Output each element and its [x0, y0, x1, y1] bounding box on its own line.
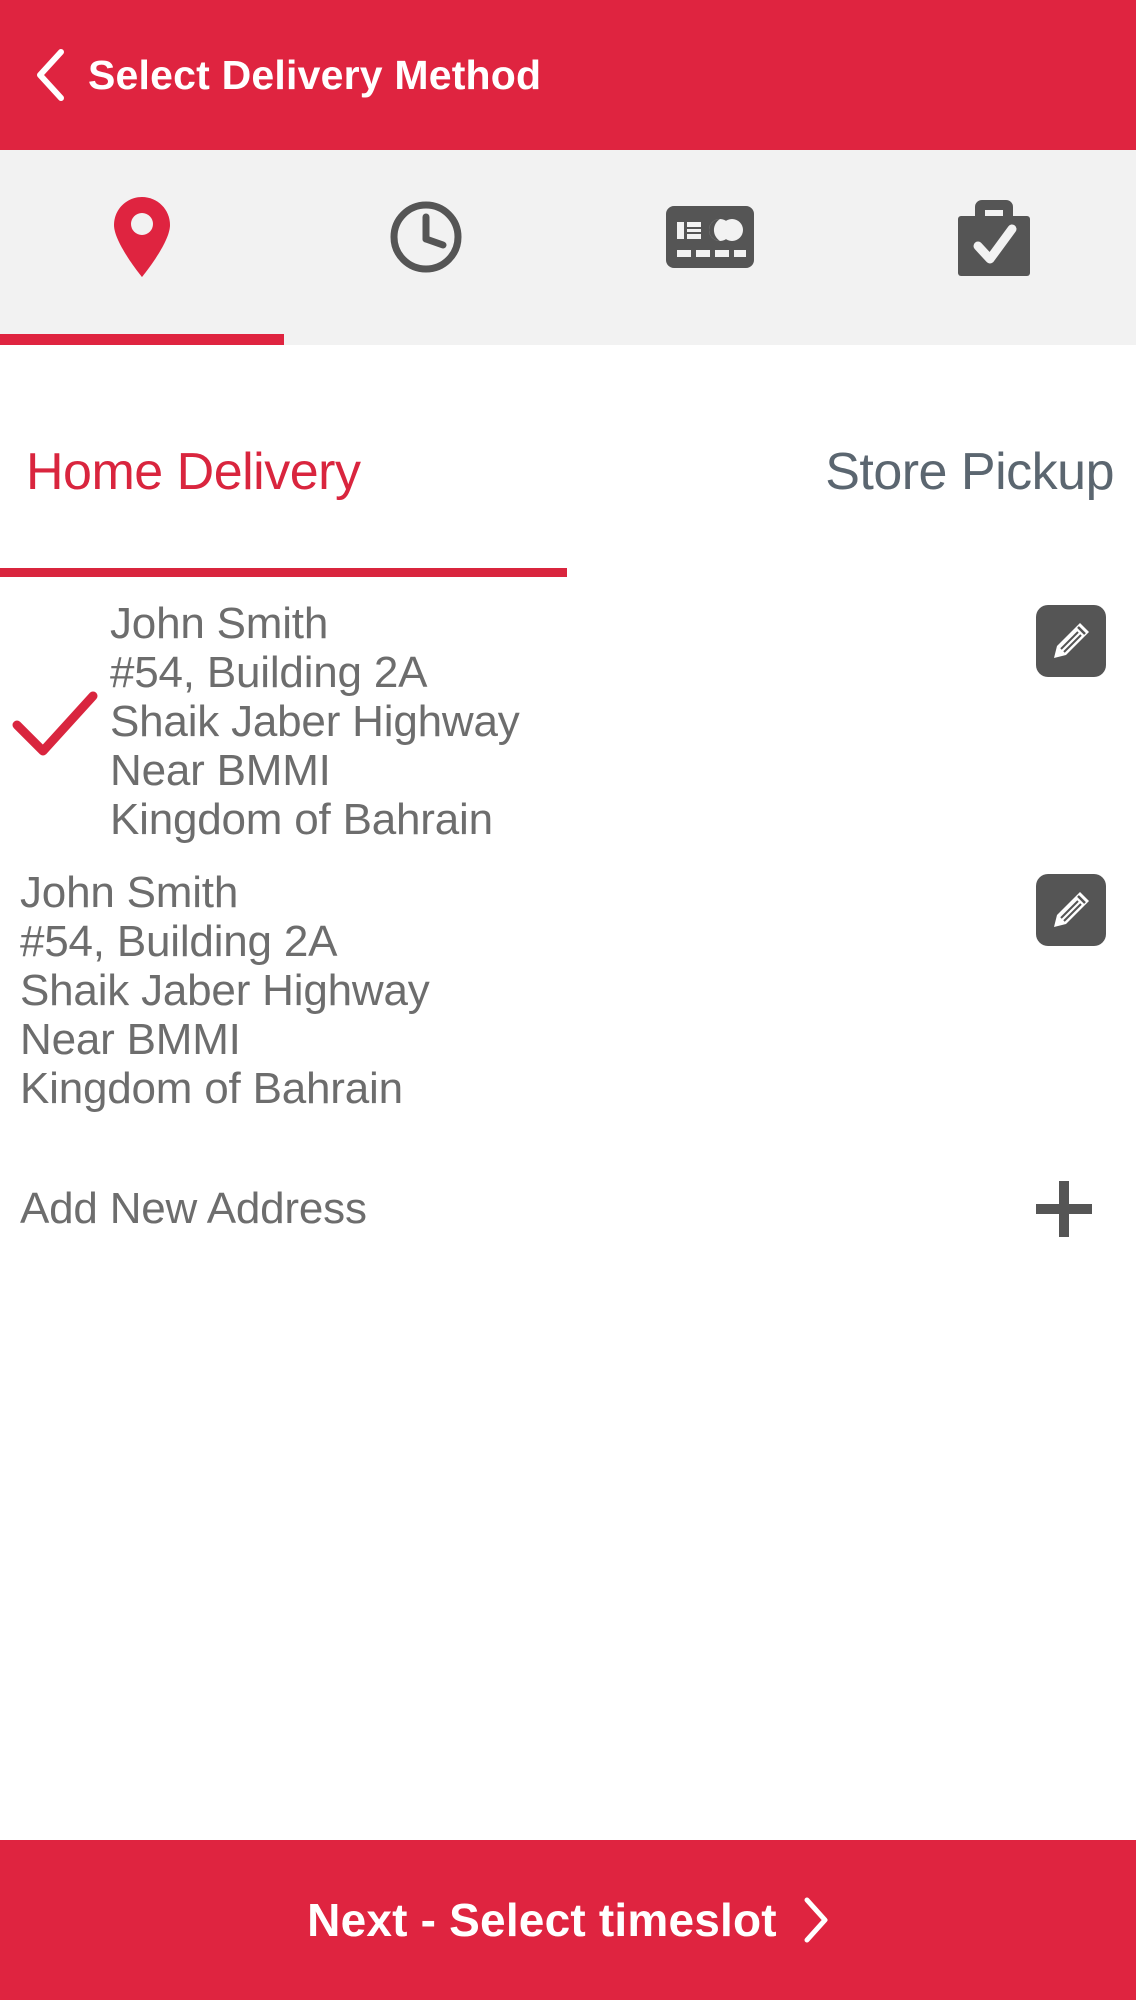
address-item[interactable]: John Smith #54, Building 2A Shaik Jaber … — [0, 844, 1136, 1113]
credit-card-icon — [666, 205, 754, 268]
check-icon — [12, 691, 98, 762]
address-line: John Smith — [20, 868, 239, 917]
next-button-label: Next - Select timeslot — [307, 1894, 777, 1946]
step-timeslot[interactable] — [284, 150, 568, 345]
app-header: Select Delivery Method — [0, 0, 1136, 150]
delivery-mode-tabs: Home Delivery Store Pickup — [0, 345, 1136, 577]
edit-address-button[interactable] — [1036, 874, 1106, 946]
tab-active-underline — [0, 568, 567, 577]
address-text: John Smith #54, Building 2A Shaik Jaber … — [0, 868, 1036, 1113]
tab-home-delivery[interactable]: Home Delivery — [0, 345, 568, 577]
delivery-method-screen: Select Delivery Method Home Delivery Sto… — [0, 0, 1136, 2000]
address-line: John Smith — [110, 599, 329, 648]
tab-store-pickup[interactable]: Store Pickup — [568, 345, 1136, 577]
pencil-icon — [1050, 889, 1092, 931]
address-line: #54, Building 2A — [110, 648, 428, 697]
add-new-address-label: Add New Address — [20, 1184, 367, 1233]
address-line: Kingdom of Bahrain — [110, 795, 493, 844]
clock-icon — [389, 200, 463, 274]
address-list: John Smith #54, Building 2A Shaik Jaber … — [0, 577, 1136, 1840]
step-active-underline — [0, 334, 284, 345]
step-confirm-order[interactable] — [852, 150, 1136, 345]
pencil-icon — [1050, 620, 1092, 662]
selected-check — [0, 599, 110, 844]
step-delivery-address[interactable] — [0, 150, 284, 345]
address-item-selected[interactable]: John Smith #54, Building 2A Shaik Jaber … — [0, 577, 1136, 844]
location-pin-icon — [113, 196, 171, 278]
address-line: Near BMMI — [110, 746, 331, 795]
address-text: John Smith #54, Building 2A Shaik Jaber … — [110, 599, 1036, 844]
checkout-step-indicator — [0, 150, 1136, 345]
address-line: Kingdom of Bahrain — [20, 1064, 403, 1113]
address-line: Shaik Jaber Highway — [110, 697, 520, 746]
page-title: Select Delivery Method — [88, 51, 542, 98]
address-line: #54, Building 2A — [20, 917, 338, 966]
address-line: Shaik Jaber Highway — [20, 966, 430, 1015]
plus-icon[interactable] — [1036, 1181, 1092, 1237]
chevron-right-icon — [803, 1896, 829, 1944]
next-select-timeslot-button[interactable]: Next - Select timeslot — [0, 1840, 1136, 2000]
edit-address-button[interactable] — [1036, 605, 1106, 677]
back-button[interactable] — [28, 45, 72, 105]
briefcase-check-icon — [954, 196, 1034, 278]
address-line: Near BMMI — [20, 1015, 241, 1064]
chevron-left-icon — [34, 48, 66, 102]
tab-store-pickup-label: Store Pickup — [825, 443, 1114, 501]
tab-home-delivery-label: Home Delivery — [26, 443, 361, 501]
step-payment[interactable] — [568, 150, 852, 345]
add-new-address-row[interactable]: Add New Address — [0, 1181, 1136, 1237]
